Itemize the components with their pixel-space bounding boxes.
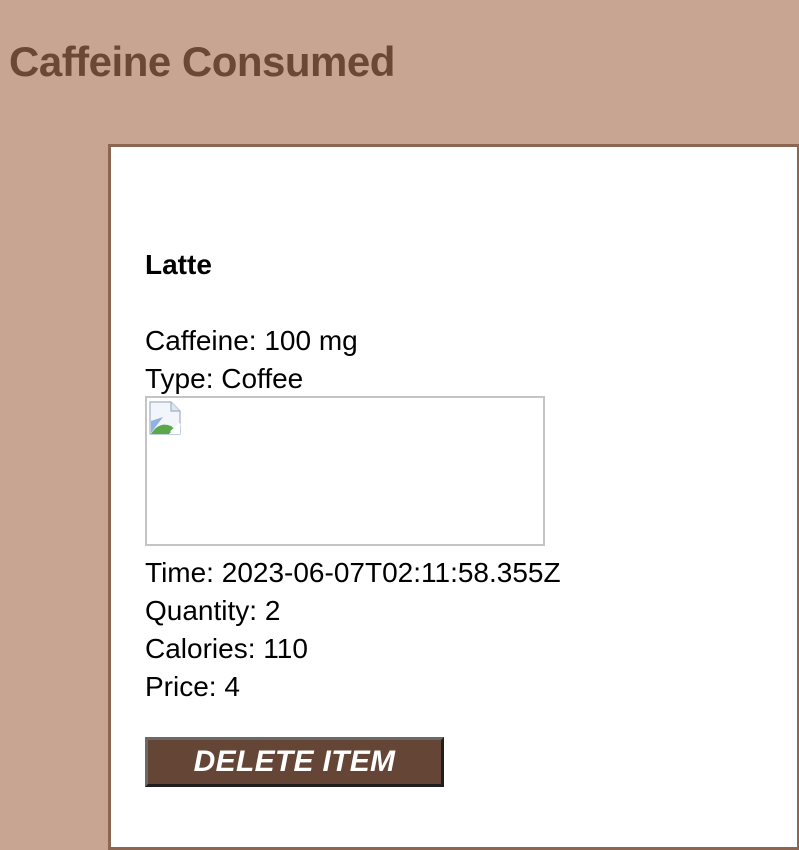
caffeine-value: 100 mg (264, 325, 358, 356)
price-label: Price: (145, 671, 217, 702)
type-line: Type: Coffee (145, 362, 303, 396)
caffeine-label: Caffeine: (145, 325, 257, 356)
calories-value: 110 (263, 633, 308, 664)
time-line: Time: 2023-06-07T02:11:58.355Z (145, 556, 561, 590)
type-value: Coffee (221, 363, 304, 394)
type-label: Type: (145, 363, 214, 394)
quantity-value: 2 (264, 595, 281, 626)
caffeine-line: Caffeine: 100 mg (145, 324, 358, 358)
item-image (145, 396, 545, 546)
time-value: 2023-06-07T02:11:58.355Z (221, 557, 561, 588)
page-title: Caffeine Consumed (9, 38, 395, 85)
calories-line: Calories: 110 (145, 632, 308, 666)
item-name: Latte (145, 249, 212, 280)
quantity-line: Quantity: 2 (145, 594, 280, 628)
quantity-label: Quantity: (145, 595, 258, 626)
broken-image-icon (149, 401, 181, 435)
delete-item-button[interactable]: DELETE ITEM (145, 737, 444, 787)
caffeine-item-card: Latte Caffeine: 100 mg Type: Coffee Time… (108, 144, 799, 850)
price-line: Price: 4 (145, 670, 240, 704)
calories-label: Calories: (145, 633, 256, 664)
price-value: 4 (224, 671, 240, 702)
time-label: Time: (145, 557, 214, 588)
